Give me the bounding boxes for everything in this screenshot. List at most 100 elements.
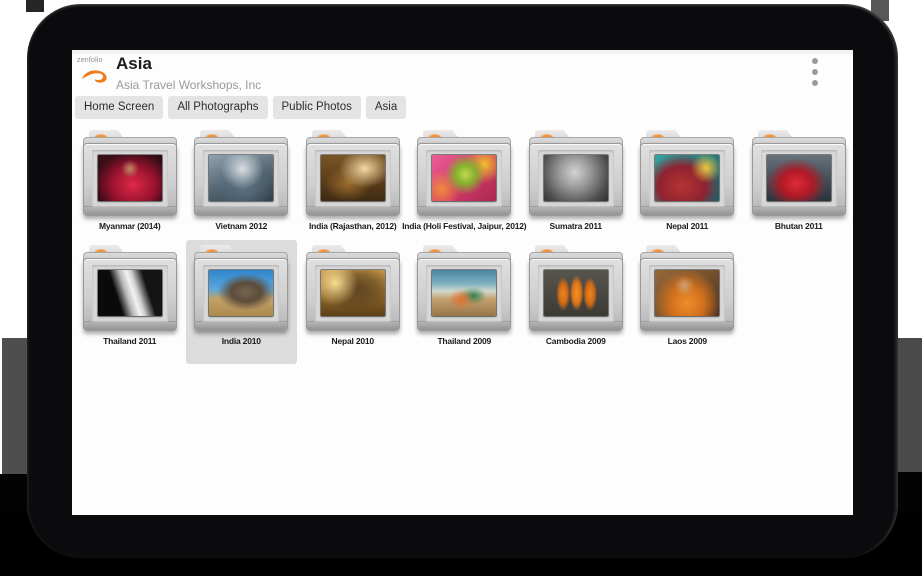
folder-row-1: Myanmar (2014) Vietnam 2012 — [74, 125, 853, 249]
zenfolio-logo-text: zenfolio — [77, 57, 103, 64]
page: zenfolio Asia Asia Travel Workshops, Inc — [0, 0, 922, 576]
folder-item[interactable]: Laos 2009 — [632, 240, 744, 364]
kebab-dot — [812, 58, 818, 64]
folder-body — [83, 143, 177, 216]
folder-body — [640, 143, 734, 216]
overflow-menu-button[interactable] — [812, 58, 820, 91]
folder-body — [752, 143, 846, 216]
folder-icon — [640, 245, 734, 331]
folder-body — [194, 143, 288, 216]
folder-item[interactable]: Sumatra 2011 — [520, 125, 632, 249]
folder-item[interactable]: Bhutan 2011 — [743, 125, 853, 249]
zenfolio-logo-icon: zenfolio — [76, 56, 114, 90]
folder-body — [417, 258, 511, 331]
folder-item[interactable]: Myanmar (2014) — [74, 125, 186, 249]
background-tab-top-left — [26, 0, 44, 12]
folder-icon — [83, 130, 177, 216]
folder-item-selected[interactable]: India 2010 — [186, 240, 298, 364]
folder-icon — [306, 130, 400, 216]
folder-icon — [194, 245, 288, 331]
folder-body — [640, 258, 734, 331]
folder-icon — [417, 245, 511, 331]
background-stand-right — [894, 338, 922, 476]
folder-body — [529, 143, 623, 216]
thumb-well — [538, 150, 614, 206]
folder-body — [529, 258, 623, 331]
folder-thumbnail — [767, 155, 831, 201]
thumb-well — [649, 265, 725, 321]
folder-icon — [194, 130, 288, 216]
app-bar: zenfolio Asia Asia Travel Workshops, Inc — [72, 54, 853, 95]
background-stand-left — [2, 338, 28, 480]
folder-label: Laos 2009 — [668, 336, 707, 347]
folder-body — [417, 143, 511, 216]
app-screen: zenfolio Asia Asia Travel Workshops, Inc — [72, 50, 853, 515]
folder-item[interactable]: Cambodia 2009 — [520, 240, 632, 364]
folder-icon — [752, 130, 846, 216]
folder-thumbnail — [544, 270, 608, 316]
thumb-well — [92, 265, 168, 321]
kebab-dot — [812, 69, 818, 75]
folder-row-2: Thailand 2011 India 2010 — [74, 240, 743, 364]
folder-label: Cambodia 2009 — [546, 336, 606, 347]
folder-icon — [306, 245, 400, 331]
tab-asia[interactable]: Asia — [366, 96, 406, 119]
folder-item[interactable]: India (Rajasthan, 2012) — [297, 125, 409, 249]
folder-thumbnail — [655, 270, 719, 316]
tab-public-photos[interactable]: Public Photos — [273, 96, 361, 119]
page-title: Asia — [116, 54, 261, 74]
thumb-well — [649, 150, 725, 206]
thumb-well — [203, 150, 279, 206]
folder-label: Bhutan 2011 — [775, 221, 823, 232]
folder-item[interactable]: Thailand 2011 — [74, 240, 186, 364]
folder-label: India (Holi Festival, Jaipur, 2012) — [402, 221, 526, 232]
folder-thumbnail — [655, 155, 719, 201]
folder-body — [306, 258, 400, 331]
folder-thumbnail — [432, 155, 496, 201]
nav-chip-row: Home Screen All Photographs Public Photo… — [75, 96, 406, 119]
thumb-well — [538, 265, 614, 321]
folder-label: Nepal 2011 — [666, 221, 708, 232]
thumb-well — [92, 150, 168, 206]
folder-label: India 2010 — [222, 336, 261, 347]
folder-thumbnail — [209, 270, 273, 316]
page-subtitle: Asia Travel Workshops, Inc — [116, 78, 261, 92]
tab-all-photographs[interactable]: All Photographs — [168, 96, 267, 119]
folder-icon — [83, 245, 177, 331]
folder-label: Myanmar (2014) — [99, 221, 160, 232]
folder-icon — [529, 130, 623, 216]
folder-item[interactable]: Vietnam 2012 — [186, 125, 298, 249]
folder-item[interactable]: India (Holi Festival, Jaipur, 2012) — [409, 125, 521, 249]
folder-thumbnail — [209, 155, 273, 201]
thumb-well — [315, 150, 391, 206]
folder-icon — [417, 130, 511, 216]
title-block: Asia Asia Travel Workshops, Inc — [116, 54, 261, 92]
folder-icon — [529, 245, 623, 331]
folder-item[interactable]: Thailand 2009 — [409, 240, 521, 364]
thumb-well — [315, 265, 391, 321]
tab-home-screen[interactable]: Home Screen — [75, 96, 163, 119]
folder-thumbnail — [98, 270, 162, 316]
folder-thumbnail — [321, 155, 385, 201]
thumb-well — [203, 265, 279, 321]
folder-label: Nepal 2010 — [332, 336, 374, 347]
folder-label: Thailand 2009 — [437, 336, 491, 347]
folder-body — [306, 143, 400, 216]
folder-item[interactable]: Nepal 2010 — [297, 240, 409, 364]
folder-thumbnail — [321, 270, 385, 316]
folder-thumbnail — [98, 155, 162, 201]
folder-label: Sumatra 2011 — [550, 221, 602, 232]
folder-thumbnail — [432, 270, 496, 316]
tablet-bezel: zenfolio Asia Asia Travel Workshops, Inc — [27, 4, 898, 558]
thumb-well — [426, 265, 502, 321]
folder-item[interactable]: Nepal 2011 — [632, 125, 744, 249]
folder-label: Vietnam 2012 — [215, 221, 267, 232]
kebab-dot — [812, 80, 818, 86]
folder-label: India (Rajasthan, 2012) — [309, 221, 397, 232]
folder-label: Thailand 2011 — [103, 336, 156, 347]
folder-body — [194, 258, 288, 331]
thumb-well — [426, 150, 502, 206]
folder-icon — [640, 130, 734, 216]
zenfolio-swoosh-icon — [79, 64, 111, 86]
thumb-well — [761, 150, 837, 206]
